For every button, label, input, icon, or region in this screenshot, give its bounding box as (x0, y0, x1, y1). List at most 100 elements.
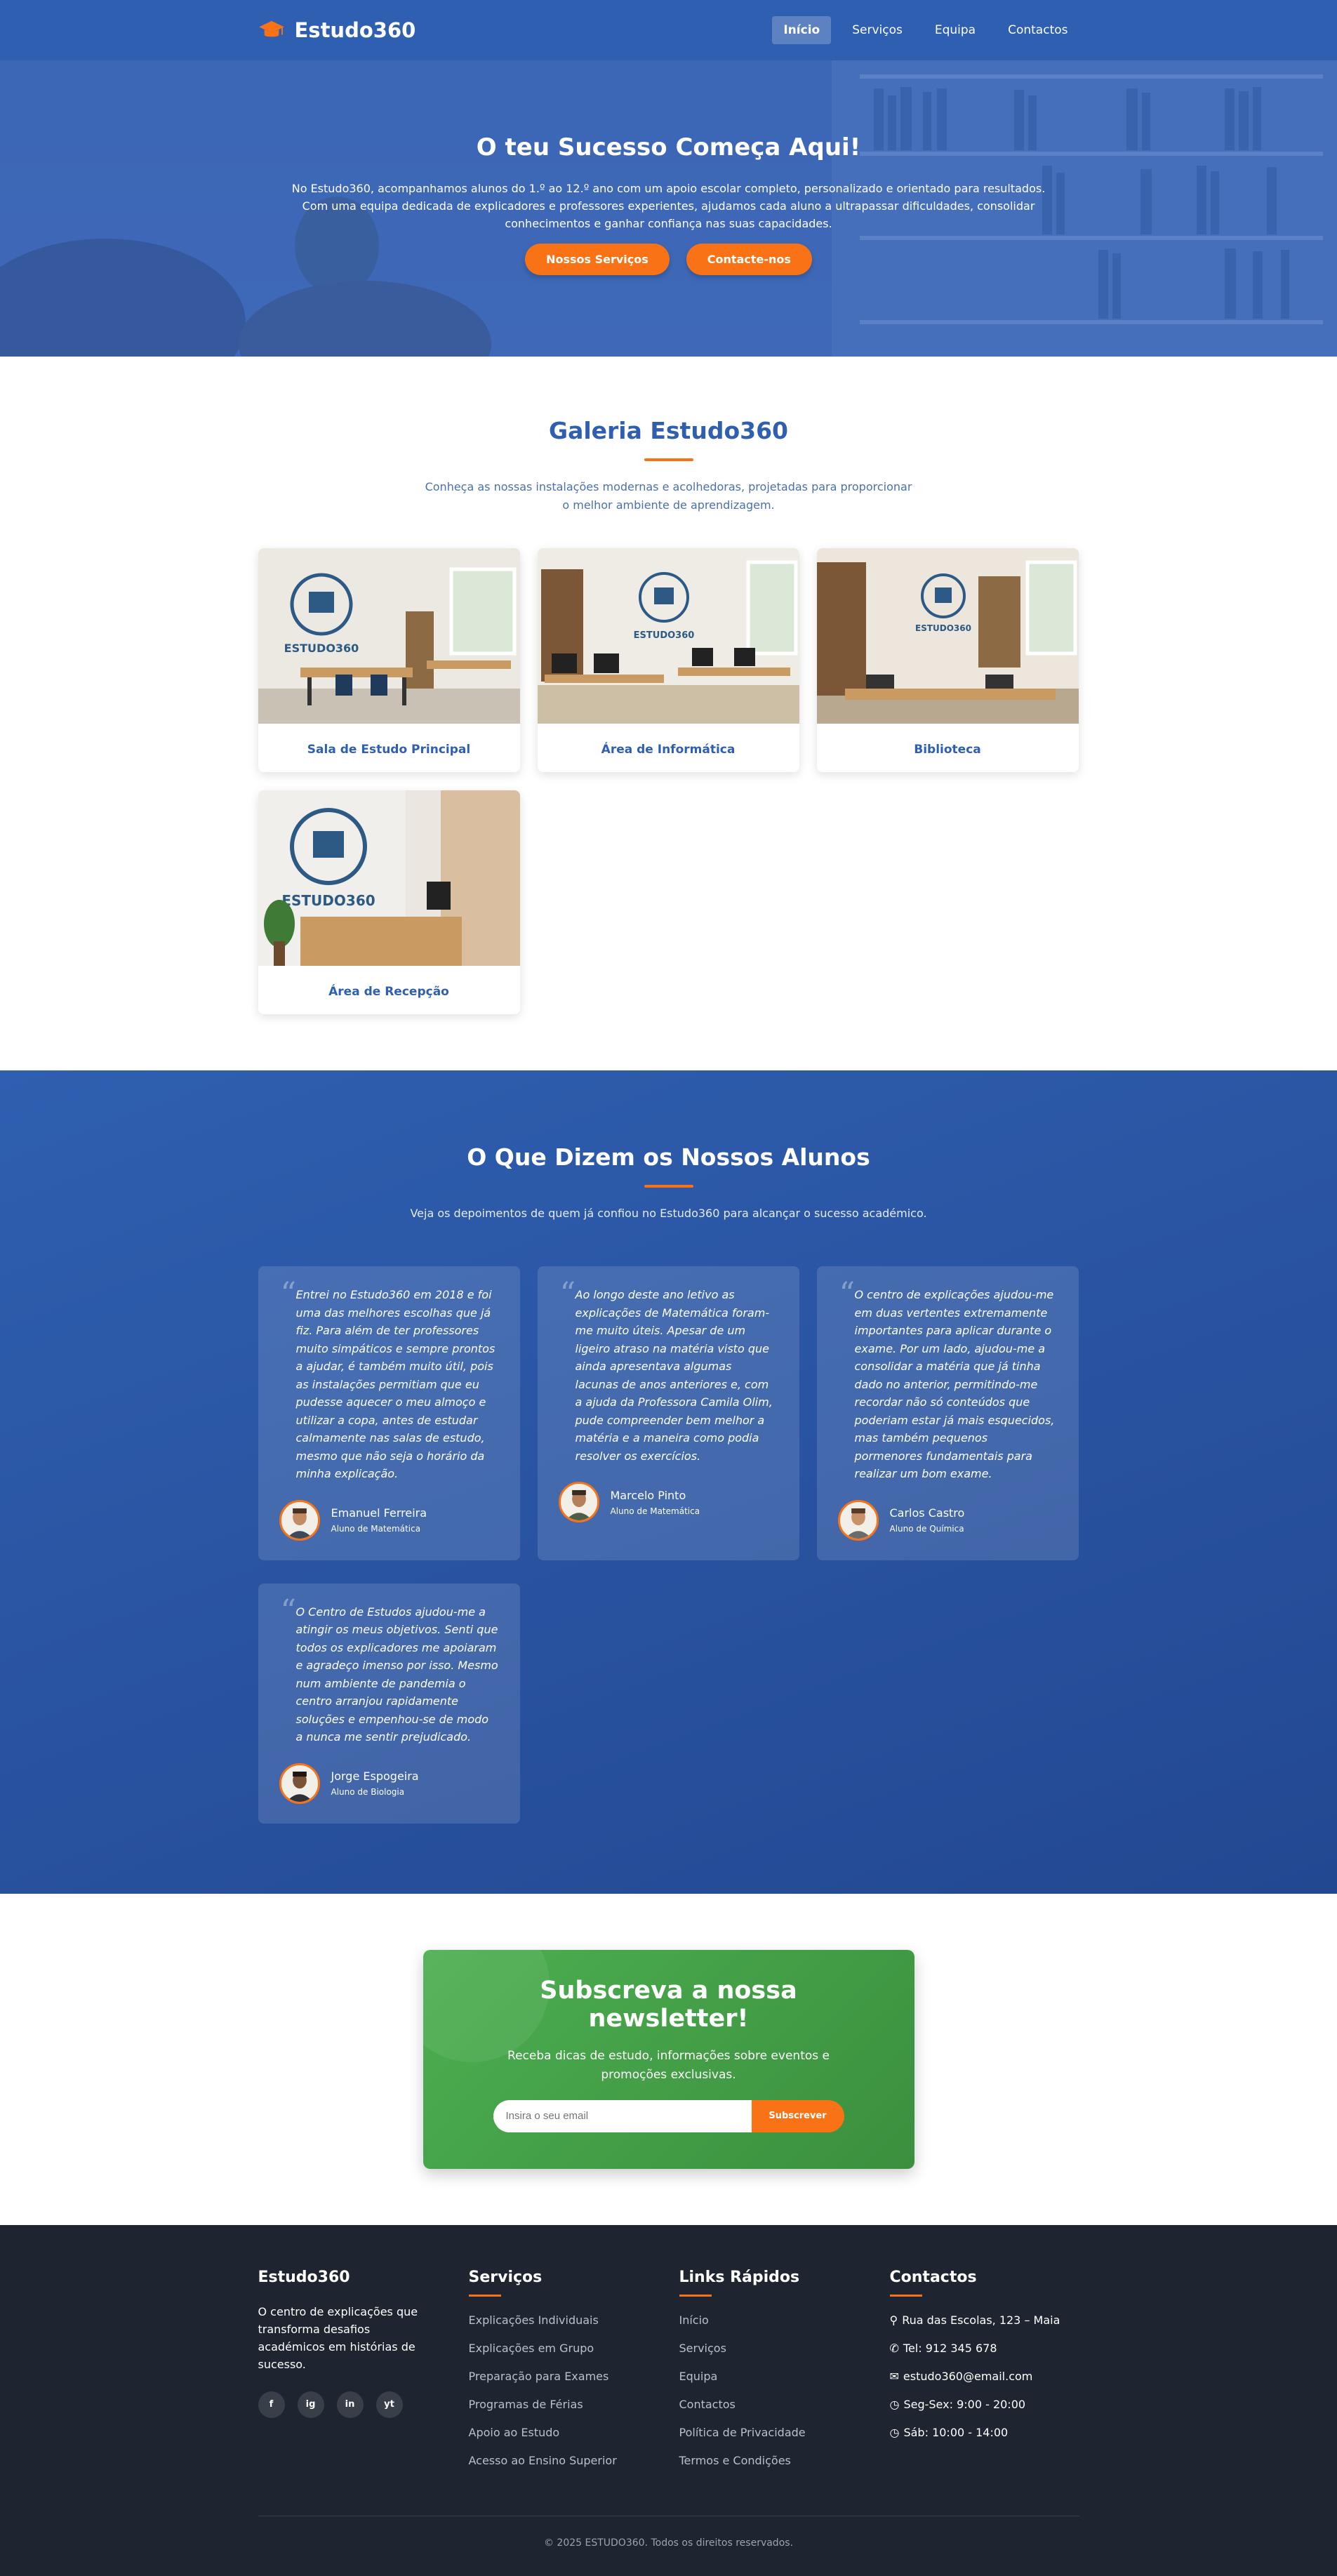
footer-quick-link[interactable]: Termos e Condições (679, 2454, 869, 2467)
newsletter-text: Receba dicas de estudo, informações sobr… (507, 2048, 830, 2082)
nav-link-inicio[interactable]: Início (772, 16, 832, 44)
services-button[interactable]: Nossos Serviços (525, 244, 670, 275)
footer-service-link[interactable]: Explicações Individuais (469, 2313, 658, 2327)
map-marker-icon: ⚲ (889, 2313, 898, 2327)
testimonial-card: “ Ao longo deste ano letivo as explicaçõ… (537, 1266, 799, 1560)
avatar (279, 1499, 320, 1541)
instagram-icon[interactable]: ig (297, 2391, 324, 2418)
nav-link-servicos[interactable]: Serviços (841, 16, 914, 44)
footer-title-underline (889, 2294, 922, 2297)
newsletter-box: Subscreva a nossa newsletter! Receba dic… (423, 1949, 914, 2169)
envelope-icon: ✉ (889, 2369, 899, 2383)
contact-address: ⚲ Rua das Escolas, 123 – Maia (889, 2313, 1060, 2327)
footer-contacts-title: Contactos (889, 2268, 977, 2286)
testimonial-name: Emanuel Ferreira (331, 1506, 427, 1520)
quote-icon: “ (280, 1593, 297, 1629)
svg-text:ESTUDO360: ESTUDO360 (281, 892, 375, 909)
footer-about-text: O centro de explicações que transforma d… (258, 2304, 418, 2371)
testimonial-name: Marcelo Pinto (610, 1488, 686, 1502)
phone-icon: ✆ (889, 2341, 899, 2355)
hero-text-line1: No Estudo360, acompanhamos alunos do 1.º… (291, 182, 1046, 195)
testimonial-card: “ O Centro de Estudos ajudou-me a atingi… (258, 1583, 520, 1824)
testimonials-grid: “ Entrei no Estudo360 em 2018 e foi uma … (258, 1266, 1079, 1824)
gallery-subtitle: Conheça as nossas instalações modernas e… (425, 480, 912, 512)
email-input[interactable] (493, 2099, 752, 2132)
computer-area-photo: ESTUDO360 (537, 548, 799, 724)
footer-services: Serviços Explicações Individuais Explica… (468, 2268, 658, 2482)
library-photo: ESTUDO360 (816, 548, 1079, 724)
nav-link-equipa[interactable]: Equipa (924, 16, 987, 44)
social-links: f ig in yt (258, 2391, 448, 2418)
facebook-icon[interactable]: f (258, 2391, 285, 2418)
contact-button[interactable]: Contacte-nos (686, 244, 812, 275)
testimonial-role: Aluno de Matemática (610, 1506, 700, 1516)
linkedin-icon[interactable]: in (336, 2391, 364, 2418)
gallery-section: Galeria Estudo360 Conheça as nossas inst… (0, 357, 1337, 1070)
testimonial-name: Carlos Castro (889, 1506, 965, 1520)
gallery-caption: Biblioteca (914, 742, 981, 757)
footer-services-title: Serviços (468, 2268, 543, 2286)
avatar (558, 1482, 599, 1522)
footer-about: Estudo360 O centro de explicações que tr… (258, 2269, 448, 2482)
testimonial-role: Aluno de Matemática (331, 1524, 421, 1534)
footer-quick-link[interactable]: Contactos (679, 2398, 869, 2411)
avatar (279, 1762, 320, 1804)
testimonial-text: O Centro de Estudos ajudou-me a atingir … (295, 1605, 498, 1744)
gallery-grid: ESTUDO360 Sala de Estudo Principal ESTUD… (258, 548, 1079, 1014)
footer-service-link[interactable]: Apoio ao Estudo (469, 2426, 658, 2439)
gallery-caption: Área de Recepção (328, 984, 449, 999)
contact-phone: ✆ Tel: 912 345 678 (889, 2341, 997, 2355)
testimonial-role: Aluno de Química (889, 1524, 964, 1534)
testimonial-name: Jorge Espogeira (331, 1770, 419, 1783)
nav-link-contactos[interactable]: Contactos (997, 16, 1079, 44)
footer-service-link[interactable]: Preparação para Exames (469, 2370, 658, 2383)
gallery-card-computer-area[interactable]: ESTUDO360 Área de Informática (537, 548, 799, 772)
testimonial-card: “ Entrei no Estudo360 em 2018 e foi uma … (258, 1266, 520, 1560)
clock-icon: ◷ (889, 2425, 900, 2439)
gallery-card-reception[interactable]: ESTUDO360 Área de Recepção (258, 790, 520, 1014)
footer-service-link[interactable]: Acesso ao Ensino Superior (469, 2454, 658, 2467)
title-underline (644, 458, 693, 461)
avatar (837, 1499, 879, 1541)
footer-about-title: Estudo360 (258, 2268, 350, 2286)
gallery-card-library[interactable]: ESTUDO360 Biblioteca (816, 548, 1079, 772)
graduation-cap-icon (258, 20, 284, 37)
footer-quick-links: Links Rápidos Início Serviços Equipa Con… (679, 2269, 869, 2482)
footer-contacts: Contactos ⚲ Rua das Escolas, 123 – Maia ✆… (889, 2268, 1079, 2482)
footer-service-link[interactable]: Programas de Férias (469, 2398, 658, 2411)
title-underline (644, 1185, 693, 1188)
svg-text:ESTUDO360: ESTUDO360 (284, 642, 359, 655)
footer-quick-link[interactable]: Política de Privacidade (679, 2426, 869, 2439)
footer-quick-link[interactable]: Início (679, 2313, 869, 2327)
testimonial-text: Ao longo deste ano letivo as explicações… (575, 1288, 773, 1463)
gallery-card-study-room[interactable]: ESTUDO360 Sala de Estudo Principal (258, 548, 520, 772)
hero-text-line2: Com uma equipa dedicada de explicadores … (302, 199, 1035, 230)
newsletter-form: Subscrever (493, 2099, 844, 2132)
svg-text:ESTUDO360: ESTUDO360 (633, 630, 694, 641)
quote-icon: “ (559, 1276, 576, 1312)
gallery-caption: Sala de Estudo Principal (307, 742, 471, 757)
gallery-title: Galeria Estudo360 (548, 417, 789, 444)
main-menu: Início Serviços Equipa Contactos (772, 16, 1079, 44)
footer-service-link[interactable]: Explicações em Grupo (469, 2342, 658, 2355)
footer-links-title: Links Rápidos (679, 2268, 800, 2286)
brand-logo[interactable]: Estudo360 (258, 18, 416, 42)
contact-email: ✉ estudo360@email.com (889, 2369, 1033, 2383)
subscribe-button[interactable]: Subscrever (751, 2099, 844, 2132)
gallery-caption: Área de Informática (601, 742, 736, 757)
quote-icon: “ (839, 1276, 856, 1312)
youtube-icon[interactable]: yt (375, 2391, 403, 2418)
study-room-photo: ESTUDO360 (258, 548, 520, 724)
newsletter-title: Subscreva a nossa newsletter! (540, 1976, 797, 2033)
footer-quick-link[interactable]: Equipa (679, 2370, 869, 2383)
contact-hours-weekday: ◷ Seg-Sex: 9:00 - 20:00 (889, 2397, 1026, 2411)
testimonials-subtitle: Veja os depoimentos de quem já confiou n… (410, 1207, 927, 1220)
reception-photo: ESTUDO360 (258, 790, 520, 966)
testimonials-title: O Que Dizem os Nossos Alunos (467, 1143, 870, 1171)
contact-hours-saturday: ◷ Sáb: 10:00 - 14:00 (889, 2425, 1009, 2439)
brand-name: Estudo360 (294, 18, 416, 42)
footer-title-underline (679, 2294, 712, 2297)
svg-text:ESTUDO360: ESTUDO360 (915, 623, 971, 633)
footer-quick-link[interactable]: Serviços (679, 2342, 869, 2355)
testimonial-text: O centro de explicações ajudou-me em dua… (854, 1288, 1055, 1480)
